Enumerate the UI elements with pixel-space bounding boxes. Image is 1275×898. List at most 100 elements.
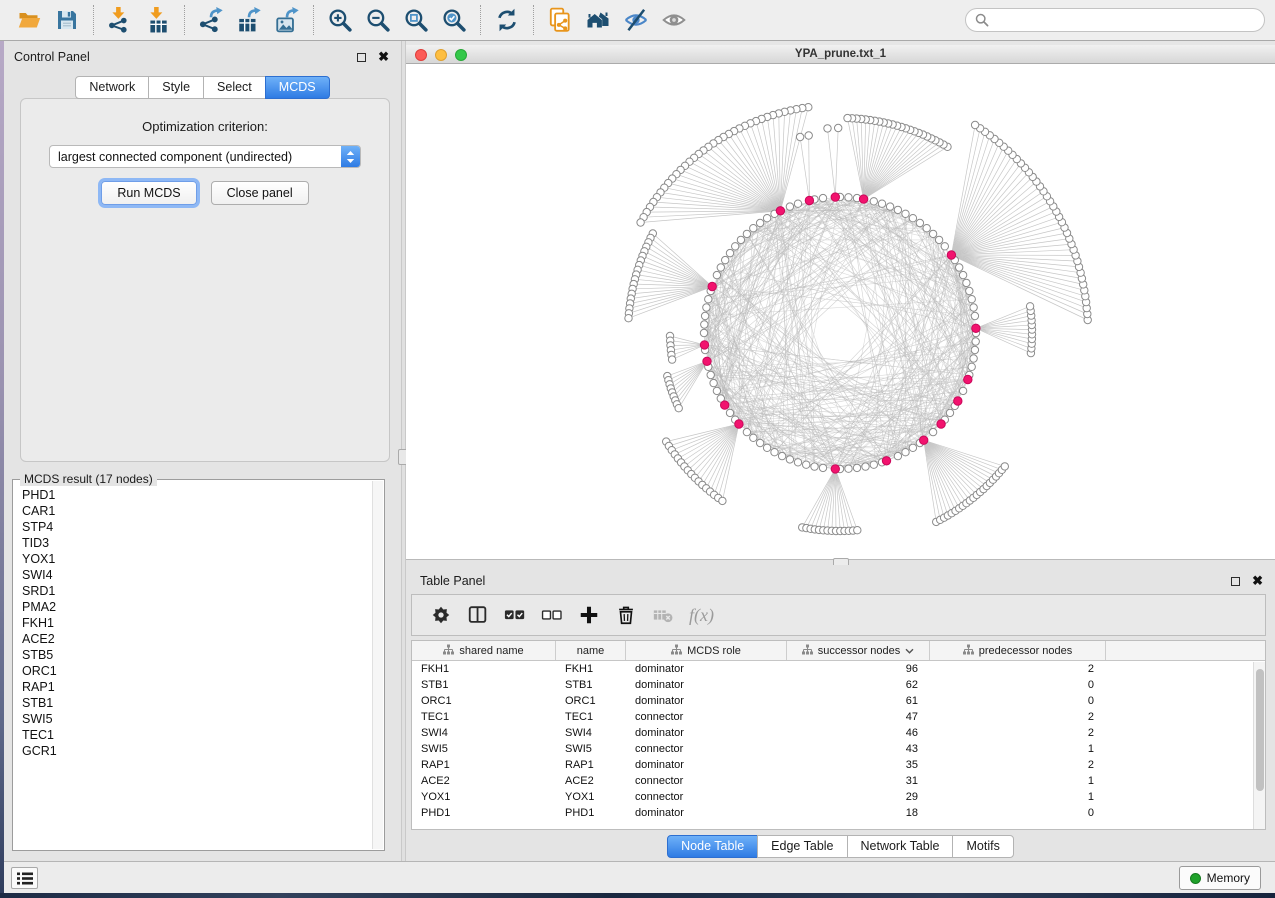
sort-desc-icon [905,645,914,657]
selected-option: largest connected component (undirected) [50,150,341,164]
add-column-icon[interactable] [574,600,604,630]
export-image-icon[interactable] [271,4,303,36]
run-mcds-button[interactable]: Run MCDS [101,181,196,205]
zoom-fit-icon[interactable] [400,4,432,36]
save-session-icon[interactable] [51,4,83,36]
mcds-result-list: PHD1CAR1STP4TID3YOX1SWI4SRD1PMA2FKH1ACE2… [16,483,371,847]
delete-column-icon[interactable] [611,600,641,630]
table-scrollbar[interactable] [1253,662,1265,829]
mcds-node-item[interactable]: CAR1 [22,503,365,519]
table-panel-title: Table Panel [420,574,485,588]
mcds-list-scrollbar[interactable] [372,481,383,849]
network-canvas[interactable] [406,65,1275,559]
mcds-node-item[interactable]: SWI5 [22,711,365,727]
tab-network-table[interactable]: Network Table [847,835,954,858]
import-table-icon[interactable] [142,4,174,36]
mcds-node-item[interactable]: STP4 [22,519,365,535]
tab-node-table[interactable]: Node Table [667,835,758,858]
new-network-from-selection-icon[interactable] [544,4,576,36]
mcds-node-item[interactable]: RAP1 [22,679,365,695]
table-row[interactable]: SWI4SWI4dominator462 [412,725,1265,741]
toggle-graphics-details-icon[interactable] [620,4,652,36]
table-row[interactable]: PHD1PHD1dominator180 [412,805,1265,821]
optimization-criterion-select[interactable]: largest connected component (undirected) [49,145,361,168]
column-layout-icon[interactable] [463,600,493,630]
table-row[interactable]: SWI5SWI5connector431 [412,741,1265,757]
cell-predecessor-nodes: 1 [930,741,1106,757]
tab-select[interactable]: Select [203,76,266,99]
import-network-icon[interactable] [104,4,136,36]
table-row[interactable]: FKH1FKH1dominator962 [412,661,1265,677]
mcds-node-item[interactable]: STB1 [22,695,365,711]
cell-name: RAP1 [556,757,626,773]
cell-predecessor-nodes: 0 [930,677,1106,693]
show-hide-eye-icon[interactable] [658,4,690,36]
table-row[interactable]: ACE2ACE2connector311 [412,773,1265,789]
close-table-panel-icon[interactable]: ✖ [1252,576,1263,586]
column-header-predecessor-nodes[interactable]: predecessor nodes [930,641,1106,660]
window-close-icon[interactable] [415,49,427,61]
table-row[interactable]: TEC1TEC1connector472 [412,709,1265,725]
deselect-all-icon[interactable] [537,600,567,630]
tab-style[interactable]: Style [148,76,204,99]
export-table-icon[interactable] [233,4,265,36]
memory-button[interactable]: Memory [1179,866,1261,890]
table-scrollbar-thumb[interactable] [1256,669,1264,791]
home-icon[interactable] [582,4,614,36]
mcds-node-item[interactable]: ORC1 [22,663,365,679]
mcds-node-item[interactable]: GCR1 [22,743,365,759]
cell-successor-nodes: 61 [787,693,930,709]
zoom-in-icon[interactable] [324,4,356,36]
search-icon [975,13,989,27]
window-minimize-icon[interactable] [435,49,447,61]
table-row[interactable]: YOX1YOX1connector291 [412,789,1265,805]
cell-name: YOX1 [556,789,626,805]
tab-motifs[interactable]: Motifs [952,835,1013,858]
window-maximize-icon[interactable] [455,49,467,61]
table-row[interactable]: STB1STB1dominator620 [412,677,1265,693]
search-box[interactable] [965,8,1265,32]
zoom-out-icon[interactable] [362,4,394,36]
refresh-layout-icon[interactable] [491,4,523,36]
column-label: name [577,645,605,657]
column-header-shared-name[interactable]: shared name [412,641,556,660]
close-panel-button[interactable]: Close panel [211,181,309,205]
mcds-node-item[interactable]: STB5 [22,647,365,663]
network-window-titlebar[interactable]: YPA_prune.txt_1 [406,45,1275,64]
mcds-node-item[interactable]: SRD1 [22,583,365,599]
mcds-node-item[interactable]: PHD1 [22,487,365,503]
mcds-node-item[interactable]: TEC1 [22,727,365,743]
table-settings-icon[interactable] [426,600,456,630]
table-row[interactable]: ORC1ORC1dominator610 [412,693,1265,709]
control-panel-tabs: Network Style Select MCDS [4,76,401,99]
mcds-node-item[interactable]: PMA2 [22,599,365,615]
task-history-button[interactable] [11,867,38,889]
cell-MCDS-role: connector [626,773,787,789]
cell-predecessor-nodes: 0 [930,805,1106,821]
select-all-icon[interactable] [500,600,530,630]
mcds-node-item[interactable]: TID3 [22,535,365,551]
open-file-icon[interactable] [13,4,45,36]
mcds-node-item[interactable]: ACE2 [22,631,365,647]
float-table-panel-icon[interactable] [1231,577,1240,586]
mcds-node-item[interactable]: SWI4 [22,567,365,583]
tab-edge-table[interactable]: Edge Table [757,835,847,858]
table-toolbar: f(x) [411,594,1266,636]
mcds-node-item[interactable]: YOX1 [22,551,365,567]
tab-mcds[interactable]: MCDS [265,76,330,99]
zoom-selected-icon[interactable] [438,4,470,36]
close-panel-icon[interactable]: ✖ [378,52,389,62]
network-graph[interactable] [406,65,1275,559]
column-header-name[interactable]: name [556,641,626,660]
float-panel-icon[interactable] [357,53,366,62]
column-header-successor-nodes[interactable]: successor nodes [787,641,930,660]
cell-successor-nodes: 96 [787,661,930,677]
cell-successor-nodes: 43 [787,741,930,757]
search-input[interactable] [995,13,1255,27]
mcds-node-item[interactable]: FKH1 [22,615,365,631]
tab-network[interactable]: Network [75,76,149,99]
node-table: shared name name MCDS rolesuccessor nodesp… [411,640,1266,830]
column-header-MCDS-role[interactable]: MCDS role [626,641,787,660]
export-network-icon[interactable] [195,4,227,36]
table-row[interactable]: RAP1RAP1dominator352 [412,757,1265,773]
